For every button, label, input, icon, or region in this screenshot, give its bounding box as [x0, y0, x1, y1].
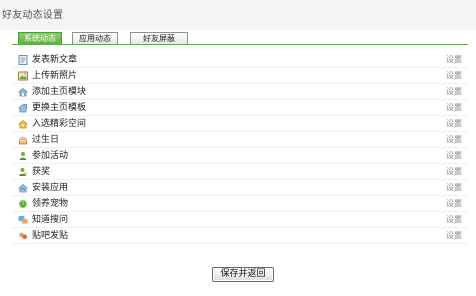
settings-row-install-app: 安装应用 设置 — [12, 180, 468, 196]
pet-icon — [19, 200, 27, 208]
settings-row-forum-post: 贴吧发贴 设置 — [12, 228, 468, 244]
award-person-icon — [19, 168, 27, 176]
forum-post-icon — [19, 232, 27, 240]
row-label: 知道搜问 — [32, 215, 69, 225]
row-label: 参加活动 — [32, 151, 69, 161]
article-icon — [18, 55, 28, 65]
settings-row-adopt-pet: 领养宠物 设置 — [12, 196, 468, 212]
birthday-cake-icon — [19, 136, 27, 145]
setting-link[interactable]: 设置 — [446, 71, 462, 81]
settings-tabs: 系统动态 应用动态 好友屏蔽 — [12, 32, 468, 45]
row-label: 更换主页模板 — [32, 103, 87, 113]
settings-row-upload-photo: 上传新照片 设置 — [12, 68, 468, 84]
qa-icon — [18, 216, 28, 224]
row-label: 上传新照片 — [32, 71, 78, 81]
friend-activity-settings-page: 好友动态设置 系统动态 应用动态 好友屏蔽 发表新文章 设置 上传新照片 设置 — [0, 0, 476, 296]
event-person-icon — [19, 152, 27, 160]
settings-row-featured-space: 入选精彩空间 设置 — [12, 116, 468, 132]
module-add-icon — [18, 87, 28, 97]
settings-row-add-module: 添加主页模块 设置 — [12, 84, 468, 100]
setting-link[interactable]: 设置 — [446, 135, 462, 145]
settings-row-change-template: 更换主页模板 设置 — [12, 100, 468, 116]
setting-link[interactable]: 设置 — [446, 183, 462, 193]
settings-row-birthday: 过生日 设置 — [12, 132, 468, 148]
tab-friend-block[interactable]: 好友屏蔽 — [130, 32, 188, 44]
setting-link[interactable]: 设置 — [446, 119, 462, 129]
save-and-return-button[interactable]: 保存并返回 — [212, 267, 274, 282]
row-label: 贴吧发贴 — [32, 231, 69, 241]
settings-row-join-event: 参加活动 设置 — [12, 148, 468, 164]
settings-row-new-article: 发表新文章 设置 — [12, 52, 468, 68]
page-title: 好友动态设置 — [2, 10, 64, 21]
app-install-icon — [18, 183, 28, 193]
photo-icon — [18, 71, 28, 81]
tab-app-activity[interactable]: 应用动态 — [72, 32, 118, 44]
setting-link[interactable]: 设置 — [446, 199, 462, 209]
home-award-icon — [18, 119, 28, 129]
settings-header: 好友动态设置 — [0, 0, 476, 30]
setting-link[interactable]: 设置 — [446, 215, 462, 225]
row-label: 获奖 — [32, 167, 51, 177]
setting-link[interactable]: 设置 — [446, 167, 462, 177]
settings-row-know-search: 知道搜问 设置 — [12, 212, 468, 228]
row-label: 过生日 — [32, 135, 60, 145]
setting-link[interactable]: 设置 — [446, 55, 462, 65]
setting-link[interactable]: 设置 — [446, 231, 462, 241]
row-label: 发表新文章 — [32, 55, 78, 65]
row-label: 领养宠物 — [32, 199, 69, 209]
row-label: 安装应用 — [32, 183, 69, 193]
tab-system-activity[interactable]: 系统动态 — [18, 32, 62, 45]
template-icon — [18, 103, 28, 113]
row-label: 入选精彩空间 — [32, 119, 87, 129]
row-label: 添加主页模块 — [32, 87, 87, 97]
setting-link[interactable]: 设置 — [446, 103, 462, 113]
settings-row-award: 获奖 设置 — [12, 164, 468, 180]
setting-link[interactable]: 设置 — [446, 87, 462, 97]
setting-link[interactable]: 设置 — [446, 151, 462, 161]
